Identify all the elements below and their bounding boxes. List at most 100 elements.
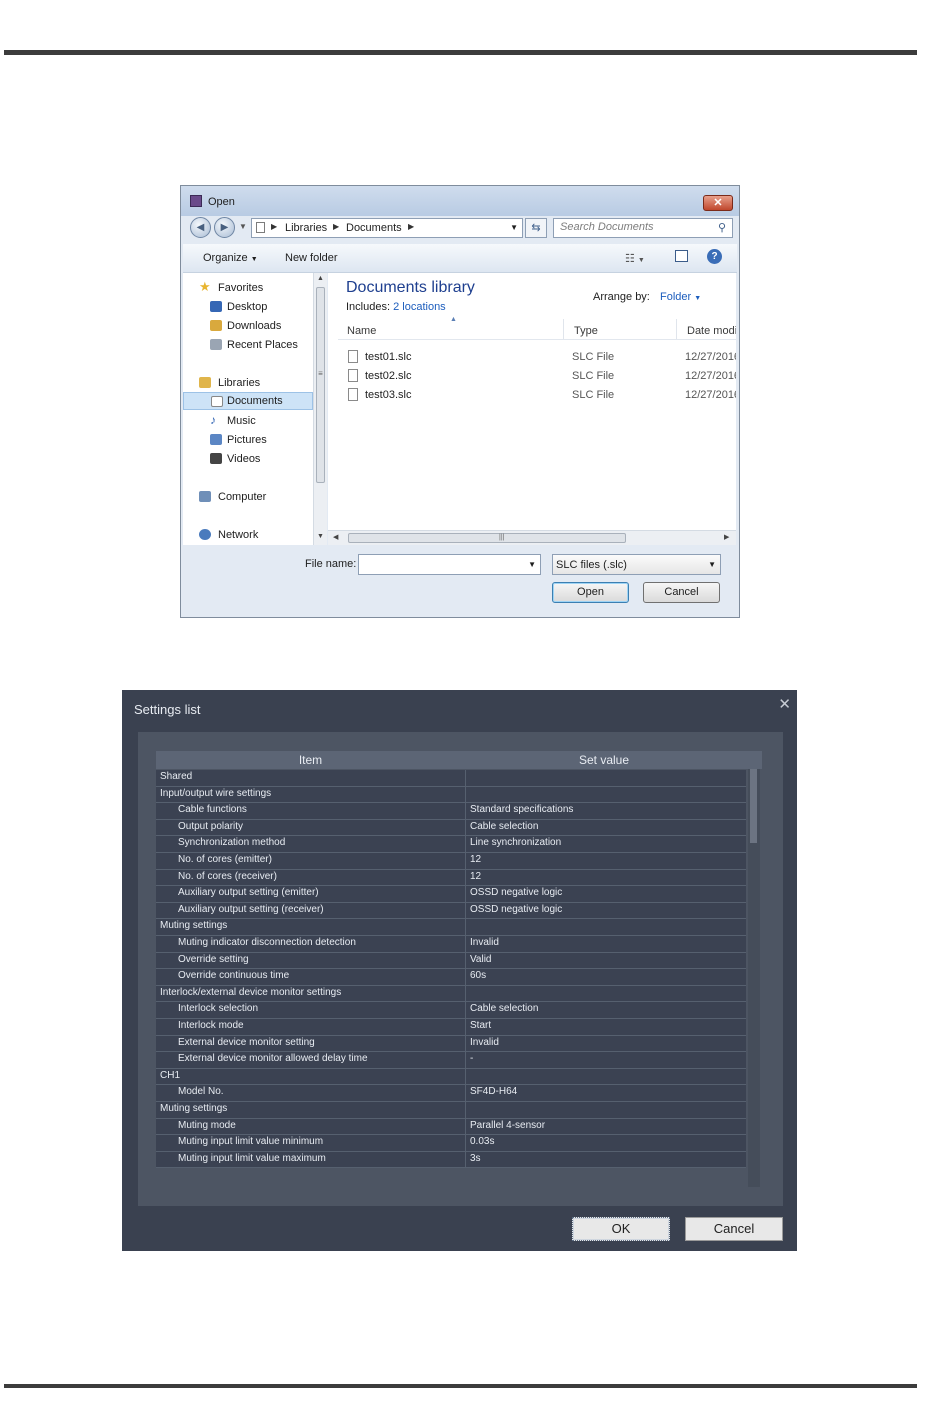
settings-row[interactable]: External device monitor setting Invalid [156, 1035, 746, 1053]
settings-row[interactable]: Muting indicator disconnection detection… [156, 936, 746, 953]
nav-item-favorites[interactable]: ★ Favorites [183, 279, 313, 297]
recent-locations-dropdown[interactable]: ▼ [239, 222, 247, 231]
settings-list-dialog: Settings list ✕ Item Set value Shared Inp… [122, 690, 797, 1251]
settings-row[interactable]: Output polarity Cable selection [156, 819, 746, 837]
scroll-grip-icon: ≡ [318, 369, 323, 378]
settings-scrollbar[interactable] [748, 769, 760, 1187]
file-row[interactable]: test03.slc SLC File 12/27/2016 [338, 387, 736, 405]
settings-group-row[interactable]: Shared [156, 770, 746, 787]
cancel-button[interactable]: Cancel [685, 1217, 783, 1241]
column-divider [465, 1019, 466, 1035]
forward-button[interactable]: ▶ [214, 217, 235, 238]
settings-item: No. of cores (receiver) [178, 870, 277, 882]
arrange-by-dropdown[interactable]: Folder ▼ [660, 291, 701, 303]
settings-row[interactable]: Synchronization method Line synchronizati… [156, 836, 746, 853]
nav-label: Computer [218, 491, 267, 503]
nav-item-pictures[interactable]: Pictures [183, 431, 313, 449]
search-input[interactable]: Search Documents ⚲ [553, 218, 733, 238]
settings-row[interactable]: Cable functions Standard specifications [156, 803, 746, 820]
settings-row[interactable]: No. of cores (receiver) 12 [156, 869, 746, 887]
chevron-down-icon[interactable]: ▼ [528, 560, 536, 569]
chevron-down-icon[interactable]: ▼ [708, 560, 716, 569]
breadcrumb-documents[interactable]: Documents [346, 222, 402, 234]
scroll-left-icon[interactable]: ◀ [333, 533, 338, 541]
scrollbar-thumb[interactable] [316, 287, 325, 483]
file-row[interactable]: test01.slc SLC File 12/27/2016 [338, 349, 736, 367]
top-rule [4, 50, 917, 55]
column-divider[interactable] [563, 319, 564, 339]
nav-item-network[interactable]: Network [183, 526, 313, 544]
search-icon[interactable]: ⚲ [718, 221, 726, 234]
settings-group-row[interactable]: Muting settings [156, 919, 746, 936]
column-type[interactable]: Type [574, 325, 598, 337]
nav-label: Videos [227, 453, 261, 465]
breadcrumb-libraries[interactable]: Libraries [285, 222, 327, 234]
scroll-right-icon[interactable]: ▶ [724, 533, 729, 541]
change-view-icon[interactable]: ☷ ▼ [625, 252, 645, 265]
nav-item-recent-places[interactable]: Recent Places [183, 336, 313, 354]
new-folder-button[interactable]: New folder [285, 252, 338, 264]
settings-group-row[interactable]: Interlock/external device monitor settin… [156, 985, 746, 1003]
nav-item-music[interactable]: ♪ Music [183, 412, 313, 430]
close-icon[interactable]: ✕ [778, 695, 791, 713]
ok-button[interactable]: OK [572, 1217, 670, 1241]
settings-row[interactable]: Interlock mode Start [156, 1019, 746, 1036]
scroll-up-icon[interactable]: ▲ [317, 275, 324, 282]
file-date: 12/27/2016 [685, 389, 736, 401]
column-divider [465, 803, 466, 819]
column-name[interactable]: Name [347, 325, 376, 337]
settings-row[interactable]: No. of cores (emitter) 12 [156, 853, 746, 870]
close-button[interactable]: ✕ [703, 195, 733, 211]
horizontal-scrollbar[interactable]: ◀ ||| ▶ [328, 530, 736, 545]
file-row[interactable]: test02.slc SLC File 12/27/2016 [338, 368, 736, 386]
column-divider[interactable] [676, 319, 677, 339]
arrange-by-label: Arrange by: [593, 291, 650, 303]
nav-item-downloads[interactable]: Downloads [183, 317, 313, 335]
settings-item: Shared [160, 771, 193, 782]
file-icon [348, 388, 358, 401]
help-icon[interactable]: ? [707, 249, 722, 264]
settings-row[interactable]: Muting mode Parallel 4-sensor [156, 1118, 746, 1136]
settings-row[interactable]: Muting input limit value minimum 0.03s [156, 1135, 746, 1152]
chevron-down-icon[interactable]: ▼ [510, 223, 518, 232]
open-button[interactable]: Open [552, 582, 629, 603]
settings-row[interactable]: Override continuous time 60s [156, 969, 746, 986]
open-dialog-title-bar[interactable]: Open ✕ [181, 186, 739, 216]
chevron-right-icon[interactable]: ▶ [408, 222, 414, 231]
settings-group-row[interactable]: Muting settings [156, 1102, 746, 1119]
file-type-filter[interactable]: SLC files (.slc) ▼ [552, 554, 721, 575]
settings-row[interactable]: Interlock selection Cable selection [156, 1002, 746, 1019]
settings-value: Standard specifications [470, 804, 574, 816]
settings-row[interactable]: Muting input limit value maximum 3s [156, 1151, 746, 1169]
nav-item-libraries[interactable]: Libraries [183, 374, 313, 392]
cancel-button[interactable]: Cancel [643, 582, 720, 603]
nav-item-desktop[interactable]: Desktop [183, 298, 313, 316]
nav-item-videos[interactable]: Videos [183, 450, 313, 468]
search-placeholder: Search Documents [560, 221, 654, 233]
chevron-right-icon[interactable]: ▶ [271, 222, 277, 231]
refresh-button[interactable]: ⇆ [525, 218, 547, 238]
settings-row[interactable]: Auxiliary output setting (receiver) OSSD … [156, 902, 746, 920]
chevron-right-icon[interactable]: ▶ [333, 222, 339, 231]
scrollbar-thumb[interactable] [750, 769, 757, 843]
settings-group-row[interactable]: Input/output wire settings [156, 786, 746, 804]
preview-pane-icon[interactable] [675, 250, 688, 262]
back-button[interactable]: ◀ [190, 217, 211, 238]
nav-item-computer[interactable]: Computer [183, 488, 313, 506]
settings-row[interactable]: Auxiliary output setting (emitter) OSSD n… [156, 886, 746, 903]
scroll-down-icon[interactable]: ▼ [317, 533, 324, 540]
address-bar[interactable]: ▶ Libraries ▶ Documents ▶ ▼ [251, 218, 523, 238]
file-name-input[interactable]: ▼ [358, 554, 541, 575]
organize-menu[interactable]: Organize ▼ [203, 252, 258, 264]
settings-row[interactable]: External device monitor allowed delay ti… [156, 1052, 746, 1069]
settings-group-row[interactable]: CH1 [156, 1068, 746, 1086]
pictures-icon [210, 434, 222, 445]
navigation-scrollbar[interactable]: ▲ ≡ ▼ [313, 273, 327, 545]
nav-item-documents[interactable]: Documents [183, 392, 313, 410]
settings-row[interactable]: Model No. SF4D-H64 [156, 1085, 746, 1102]
close-icon: ✕ [713, 197, 723, 209]
scrollbar-thumb[interactable]: ||| [348, 533, 626, 543]
column-date-modified[interactable]: Date modi [687, 325, 736, 337]
settings-row[interactable]: Override setting Valid [156, 952, 746, 970]
locations-link[interactable]: 2 locations [393, 301, 446, 313]
